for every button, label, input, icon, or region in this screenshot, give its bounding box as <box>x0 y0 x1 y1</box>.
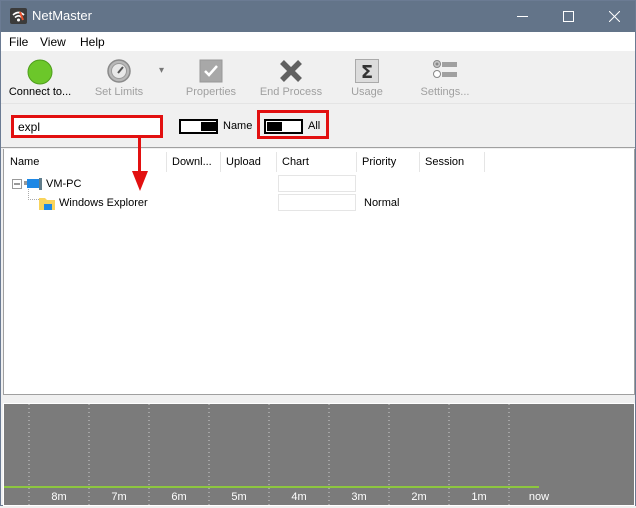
time-tick-label: 1m <box>471 491 486 503</box>
minimize-button[interactable] <box>499 1 545 32</box>
collapse-icon[interactable] <box>12 179 22 189</box>
time-tick-label: 7m <box>111 491 126 503</box>
splitter[interactable] <box>3 395 635 403</box>
time-tick-label: 4m <box>291 491 306 503</box>
time-tick-label: 5m <box>231 491 246 503</box>
annotation-arrow-head <box>132 171 148 191</box>
sigma-icon: Σ <box>355 59 379 83</box>
search-input-value: expl <box>18 120 41 134</box>
search-input[interactable]: expl <box>11 115 163 138</box>
settings-icon <box>433 60 457 78</box>
time-tick-label: 2m <box>411 491 426 503</box>
x-icon <box>280 60 302 82</box>
process-list: Name Downl... Upload Chart Priority Sess… <box>3 149 635 395</box>
app-logo-icon <box>10 8 27 24</box>
column-header-priority[interactable]: Priority <box>357 152 420 172</box>
row-name: Windows Explorer <box>59 197 148 209</box>
svg-text:Σ: Σ <box>361 62 373 83</box>
column-header-name[interactable]: Name <box>5 152 167 172</box>
properties-label: Properties <box>185 86 237 98</box>
time-tick-label: 3m <box>351 491 366 503</box>
time-tick-label: now <box>529 491 549 503</box>
column-header-session[interactable]: Session <box>420 152 485 172</box>
maximize-icon <box>562 11 574 22</box>
end-process-button[interactable]: End Process <box>255 51 327 104</box>
usage-label: Usage <box>351 86 383 98</box>
column-header-chart[interactable]: Chart <box>277 152 357 172</box>
column-header-upload[interactable]: Upload <box>221 152 277 172</box>
set-limits-button[interactable]: Set Limits <box>87 51 151 104</box>
row-priority: Normal <box>364 197 400 209</box>
gauge-icon <box>107 59 131 83</box>
set-limits-dropdown[interactable]: ▾ <box>157 51 171 104</box>
connect-button[interactable]: Connect to... <box>3 51 77 104</box>
toolbar: Connect to... Set Limits ▾ Properties En <box>1 51 635 104</box>
name-toggle-label: Name <box>223 120 253 132</box>
traffic-graph-svg: 8m 7m 6m 5m 4m 3m 2m 1m now <box>4 404 549 505</box>
close-icon <box>608 11 620 22</box>
annotation-highlight-box <box>257 110 329 139</box>
properties-button[interactable]: Properties <box>179 51 243 104</box>
time-tick-label: 8m <box>51 491 66 503</box>
toggle-knob <box>201 122 216 131</box>
column-header-download[interactable]: Downl... <box>167 152 221 172</box>
menu-help[interactable]: Help <box>80 35 105 49</box>
row-chart-cell <box>278 175 356 192</box>
name-filter-toggle[interactable] <box>179 119 218 134</box>
close-button[interactable] <box>591 1 636 32</box>
checkmark-icon <box>199 59 223 83</box>
app-window: NetMaster File View Help Connect to... S… <box>0 0 636 506</box>
menu-view[interactable]: View <box>40 35 66 49</box>
title-bar: NetMaster <box>1 1 635 32</box>
menu-bar: File View Help <box>1 32 635 51</box>
traffic-graph: 8m 7m 6m 5m 4m 3m 2m 1m now <box>3 403 635 506</box>
menu-file[interactable]: File <box>9 35 28 49</box>
connect-label: Connect to... <box>8 86 72 98</box>
end-process-label: End Process <box>259 86 323 98</box>
maximize-button[interactable] <box>545 1 591 32</box>
minimize-icon <box>516 16 528 17</box>
set-limits-label: Set Limits <box>94 86 144 98</box>
row-name: VM-PC <box>46 178 82 190</box>
settings-label: Settings... <box>420 86 470 98</box>
row-chart-cell <box>278 194 356 211</box>
usage-button[interactable]: Σ Usage <box>343 51 391 104</box>
settings-button[interactable]: Settings... <box>413 51 477 104</box>
window-title: NetMaster <box>32 8 92 23</box>
connect-status-icon <box>27 59 53 85</box>
time-tick-label: 6m <box>171 491 186 503</box>
chevron-down-icon: ▾ <box>159 65 165 76</box>
folder-icon <box>39 198 55 210</box>
